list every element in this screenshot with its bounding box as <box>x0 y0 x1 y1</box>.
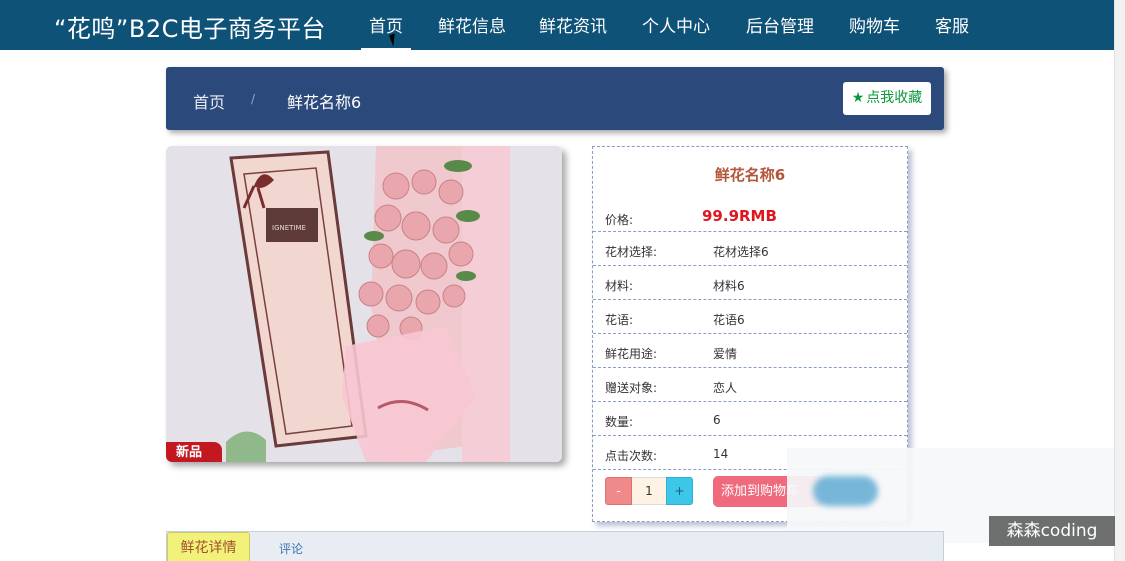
field-row: 花材选择: 花材选择6 <box>593 231 907 265</box>
field-label: 赠送对象: <box>605 381 658 395</box>
tab-flower-details[interactable]: 鲜花详情 <box>167 532 250 561</box>
breadcrumb-separator: / <box>251 92 256 106</box>
nav-customer-service[interactable]: 客服 <box>935 12 969 37</box>
blurred-buy-button <box>813 476 878 506</box>
field-row: 赠送对象: 恋人 <box>593 367 907 401</box>
price-label: 价格: <box>605 213 634 227</box>
star-icon: ★ <box>851 90 865 106</box>
field-value: 材料6 <box>713 279 745 293</box>
product-image: IGNETIME 新品 <box>166 146 562 462</box>
favorite-label: 点我收藏 <box>866 90 923 106</box>
field-label: 花材选择: <box>605 245 658 259</box>
field-value: 6 <box>713 413 721 427</box>
breadcrumb-home[interactable]: 首页 <box>193 89 225 113</box>
detail-tabs: 鲜花详情 评论 <box>166 531 944 561</box>
breadcrumb-bar: 首页 / 鲜花名称6 ★ 点我收藏 <box>166 67 944 130</box>
nav-user-center[interactable]: 个人中心 <box>642 12 710 37</box>
watermark: 森森coding <box>989 516 1115 546</box>
field-value: 恋人 <box>713 381 738 395</box>
quantity-increase-button[interactable]: + <box>666 477 693 505</box>
favorite-button[interactable]: ★ 点我收藏 <box>843 82 931 115</box>
price-row: 价格: 99.9RMB <box>593 197 907 231</box>
field-row: 材料: 材料6 <box>593 265 907 299</box>
bouquet-illustration: IGNETIME <box>166 146 562 462</box>
field-label: 鲜花用途: <box>605 347 658 361</box>
new-product-badge: 新品 <box>166 442 222 462</box>
nav-flower-news[interactable]: 鲜花资讯 <box>539 12 607 37</box>
breadcrumb-current: 鲜花名称6 <box>287 93 362 112</box>
field-label: 材料: <box>605 279 634 293</box>
field-label: 点击次数: <box>605 449 658 463</box>
brand-title[interactable]: “花鸣”B2C电子商务平台 <box>54 9 326 44</box>
quantity-decrease-button[interactable]: - <box>605 477 632 505</box>
price-value: 99.9RMB <box>702 207 777 225</box>
svg-text:IGNETIME: IGNETIME <box>272 224 306 232</box>
field-label: 数量: <box>605 415 634 429</box>
page-scrollbar[interactable] <box>1114 0 1125 561</box>
nav-flower-info[interactable]: 鲜花信息 <box>438 12 506 37</box>
field-row: 花语: 花语6 <box>593 299 907 333</box>
field-value: 花语6 <box>713 313 745 327</box>
field-value: 花材选择6 <box>713 245 769 259</box>
product-name: 鲜花名称6 <box>714 166 786 184</box>
field-label: 花语: <box>605 313 634 327</box>
nav-admin[interactable]: 后台管理 <box>746 12 814 37</box>
nav-home[interactable]: 首页 <box>361 12 411 51</box>
field-row: 鲜花用途: 爱情 <box>593 333 907 367</box>
tab-comments[interactable]: 评论 <box>279 540 303 557</box>
field-value: 14 <box>713 447 729 461</box>
quantity-input[interactable]: 1 <box>632 477 666 505</box>
field-row: 数量: 6 <box>593 401 907 435</box>
nav-cart[interactable]: 购物车 <box>849 12 900 37</box>
top-navbar: “花鸣”B2C电子商务平台 首页 鲜花信息 鲜花资讯 个人中心 后台管理 购物车… <box>0 0 1114 51</box>
field-value: 爱情 <box>713 347 738 361</box>
